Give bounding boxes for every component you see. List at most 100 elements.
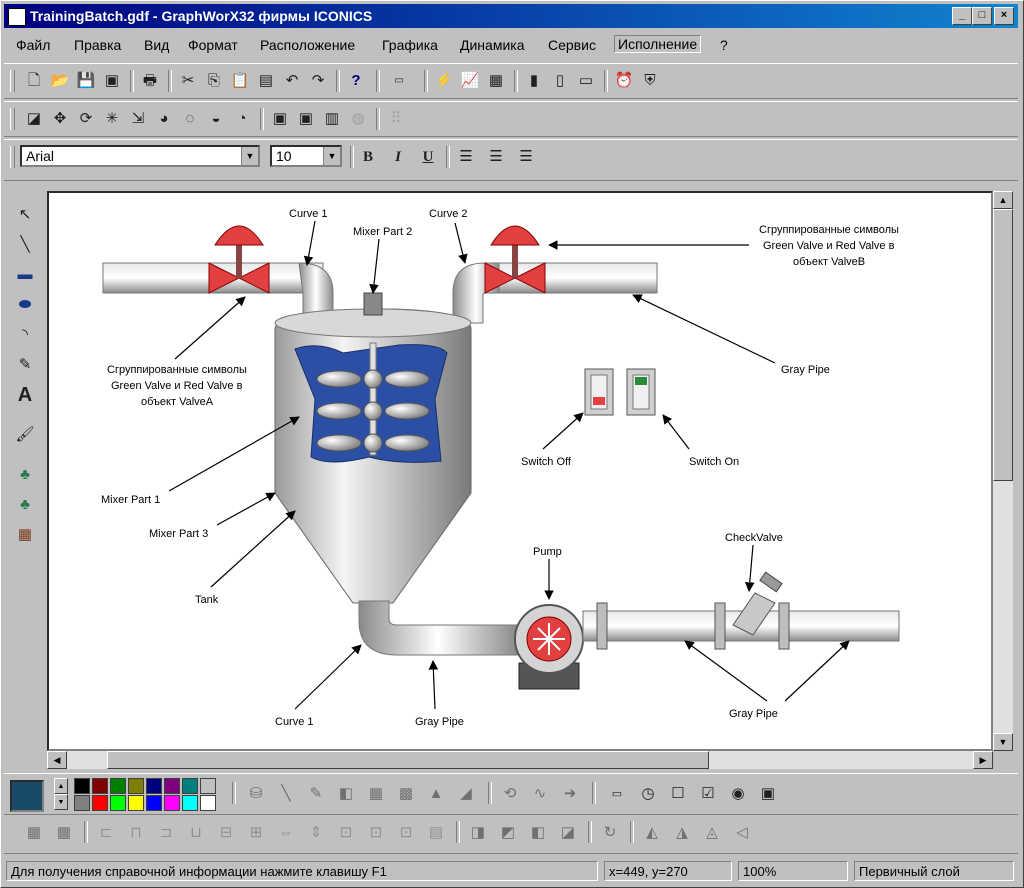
- menu-arrange[interactable]: Расположение: [260, 37, 355, 53]
- dynamic-script-icon[interactable]: ◍: [346, 107, 370, 131]
- paste-icon[interactable]: 📋: [228, 69, 252, 93]
- paste-special-icon[interactable]: ▤: [254, 69, 278, 93]
- color-swatch[interactable]: [92, 778, 108, 794]
- ungroup-icon[interactable]: ▩: [394, 782, 418, 806]
- color-swatch[interactable]: [146, 795, 162, 811]
- chevron-down-icon[interactable]: ▼: [323, 147, 340, 165]
- box-icon[interactable]: ☐: [666, 782, 690, 806]
- triangle-right-icon[interactable]: ◬: [700, 821, 724, 845]
- center-vertical-icon[interactable]: ⊟: [214, 821, 238, 845]
- current-color-icon[interactable]: [10, 780, 44, 812]
- minimize-button[interactable]: _: [952, 7, 972, 25]
- runtime-mode-icon[interactable]: ▮: [522, 69, 546, 93]
- send-back-icon[interactable]: ◢: [454, 782, 478, 806]
- menu-file[interactable]: Файл: [16, 37, 50, 53]
- scroll-right-icon[interactable]: ▶: [973, 751, 993, 769]
- triangle-left-icon[interactable]: ◭: [640, 821, 664, 845]
- scroll-down-icon[interactable]: ▼: [993, 733, 1013, 751]
- dynamic-rotate-icon[interactable]: ⟳: [74, 107, 98, 131]
- same-height-icon[interactable]: ⊡: [364, 821, 388, 845]
- redo-icon[interactable]: ↷: [306, 69, 330, 93]
- open-folder-icon[interactable]: 📂: [48, 69, 72, 93]
- dynamic-button-icon[interactable]: ◪: [22, 107, 46, 131]
- flip-vertical-icon[interactable]: ◩: [496, 821, 520, 845]
- shadow-icon[interactable]: ◧: [334, 782, 358, 806]
- chevron-down-icon[interactable]: ▼: [241, 147, 258, 165]
- data-entry-icon[interactable]: ▭: [602, 782, 632, 806]
- lock-icon[interactable]: ▤: [424, 821, 448, 845]
- grid-icon[interactable]: ⠿: [384, 107, 408, 131]
- toolbar-grip[interactable]: [10, 108, 15, 130]
- checkbox-icon[interactable]: ☑: [696, 782, 720, 806]
- line-tool-icon[interactable]: ╲: [13, 233, 37, 257]
- palette-scroll-down-icon[interactable]: ▼: [54, 794, 68, 810]
- space-vertical-icon[interactable]: ⇕: [304, 821, 328, 845]
- dynamic-process-icon[interactable]: ▣: [268, 107, 292, 131]
- color-swatch[interactable]: [110, 778, 126, 794]
- space-horizontal-icon[interactable]: ⇔: [274, 821, 298, 845]
- new-file-icon[interactable]: 🗋: [22, 69, 46, 93]
- align-top-edge-icon[interactable]: ⊓: [124, 821, 148, 845]
- align-center-icon[interactable]: ☰: [484, 145, 508, 169]
- symbol-tool-icon[interactable]: ♣: [13, 463, 37, 487]
- font-name-combo[interactable]: Arial ▼: [20, 145, 260, 167]
- same-size-icon[interactable]: ⊡: [394, 821, 418, 845]
- menu-edit[interactable]: Правка: [74, 37, 121, 53]
- align-bottom-edge-icon[interactable]: ⊔: [184, 821, 208, 845]
- color-swatch[interactable]: [128, 795, 144, 811]
- dynamic-hide-icon[interactable]: ◌: [178, 107, 202, 131]
- dynamic-flash-icon[interactable]: ✳: [100, 107, 124, 131]
- chart-icon[interactable]: 📈: [458, 69, 482, 93]
- align-right-icon[interactable]: ☰: [514, 145, 538, 169]
- save-icon[interactable]: 💾: [74, 69, 98, 93]
- radio-icon[interactable]: ◉: [726, 782, 750, 806]
- toolbar-grip[interactable]: [10, 70, 15, 92]
- scroll-left-icon[interactable]: ◀: [47, 751, 67, 769]
- dynamic-move-icon[interactable]: ✥: [48, 107, 72, 131]
- save-as-icon[interactable]: ▣: [100, 69, 124, 93]
- bold-button[interactable]: B: [356, 145, 380, 169]
- arrow-style-icon[interactable]: ➜: [558, 782, 582, 806]
- color-swatch[interactable]: [92, 795, 108, 811]
- ellipse-tool-icon[interactable]: ⬬: [13, 293, 37, 317]
- switch-on[interactable]: [626, 368, 656, 416]
- scroll-up-icon[interactable]: ▲: [993, 191, 1013, 209]
- pointer-icon[interactable]: ↖: [13, 203, 37, 227]
- color-swatch[interactable]: [164, 795, 180, 811]
- bring-front-icon[interactable]: ▲: [424, 782, 448, 806]
- group-tool-icon[interactable]: ▦: [13, 523, 37, 547]
- order-backward-icon[interactable]: ◪: [556, 821, 580, 845]
- distribute-icon[interactable]: ▦: [52, 821, 76, 845]
- freehand-tool-icon[interactable]: ✎: [13, 353, 37, 377]
- color-swatch[interactable]: [146, 778, 162, 794]
- align-left-icon[interactable]: ☰: [454, 145, 478, 169]
- palette-scroll-up-icon[interactable]: ▲: [54, 778, 68, 794]
- text-tool-icon[interactable]: A: [13, 383, 37, 407]
- symbol-library-icon[interactable]: ▦: [484, 69, 508, 93]
- drawing-canvas[interactable]: Curve 1 Mixer Part 2 Curve 2 Сгруппирова…: [47, 191, 993, 751]
- menu-help[interactable]: ?: [720, 37, 728, 53]
- vertical-scroll-thumb[interactable]: [993, 209, 1013, 481]
- color-swatch[interactable]: [182, 795, 198, 811]
- center-horizontal-icon[interactable]: ⊞: [244, 821, 268, 845]
- close-button[interactable]: ×: [994, 7, 1014, 25]
- dynamic-picture-icon[interactable]: ▥: [320, 107, 344, 131]
- underline-button[interactable]: U: [416, 145, 440, 169]
- dynamic-size-icon[interactable]: ⇲: [126, 107, 150, 131]
- link-icon[interactable]: ∿: [528, 782, 552, 806]
- arc-tool-icon[interactable]: ◝: [13, 323, 37, 347]
- button-control-icon[interactable]: ▣: [756, 782, 780, 806]
- cut-icon[interactable]: ✂: [176, 69, 200, 93]
- title-bar[interactable]: TrainingBatch.gdf - GraphWorX32 фирмы IC…: [4, 4, 1018, 28]
- security-icon[interactable]: ⛨: [638, 69, 662, 93]
- color-swatch[interactable]: [164, 778, 180, 794]
- pump[interactable]: [514, 604, 584, 690]
- maximize-button[interactable]: □: [972, 7, 992, 25]
- color-swatch[interactable]: [200, 795, 216, 811]
- curve-1-bottom[interactable]: [358, 600, 518, 656]
- toolbar-grip[interactable]: [10, 146, 15, 168]
- rotate-icon[interactable]: ⟲: [498, 782, 522, 806]
- same-width-icon[interactable]: ⊡: [334, 821, 358, 845]
- horizontal-scroll-thumb[interactable]: [107, 751, 709, 769]
- dynamic-datapoint-icon[interactable]: ▣: [294, 107, 318, 131]
